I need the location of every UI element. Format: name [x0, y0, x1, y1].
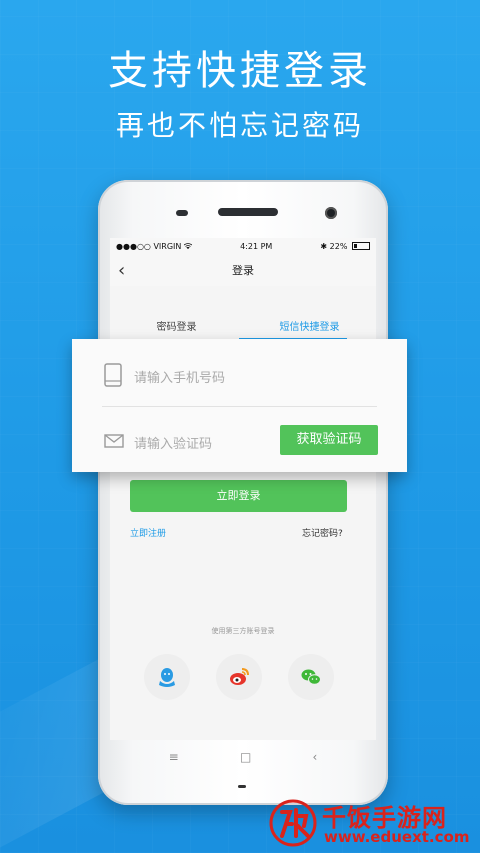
forgot-password-link[interactable]: 忘记密码? — [302, 526, 343, 539]
watermark: 千饭手游网 www.eduext.com — [268, 796, 480, 853]
status-bar: ●●●○○ VIRGIN 4:21 PM ✱ 22% — [110, 238, 376, 254]
watermark-url: www.eduext.com — [324, 828, 470, 846]
battery-group: ✱ 22% — [320, 242, 370, 251]
register-link[interactable]: 立即注册 — [130, 526, 166, 539]
nav-bar: ‹ 登录 — [110, 254, 376, 286]
weibo-login-button[interactable] — [216, 654, 262, 700]
earpiece-speaker — [218, 208, 278, 216]
phone-number-input[interactable]: 请输入手机号码 — [134, 367, 225, 386]
phone-icon — [104, 363, 122, 391]
qq-login-button[interactable] — [144, 654, 190, 700]
back-arrow-icon[interactable]: ‹ — [313, 750, 318, 764]
phone-screen: ●●●○○ VIRGIN 4:21 PM ✱ 22% ‹ 登录 密码登录 短信快… — [110, 238, 376, 740]
home-icon[interactable]: □ — [240, 750, 251, 764]
weibo-icon — [230, 668, 249, 685]
android-softkeys: ≡ □ ‹ — [98, 750, 388, 764]
third-party-caption: 使用第三方账号登录 — [211, 627, 275, 635]
status-time: 4:21 PM — [240, 241, 273, 251]
page-title: 登录 — [232, 264, 254, 277]
headline: 支持快捷登录 — [108, 48, 372, 94]
wechat-icon — [301, 669, 321, 685]
login-tabs: 密码登录 短信快捷登录 — [110, 314, 376, 340]
tab-sms-login[interactable]: 短信快捷登录 — [243, 314, 376, 340]
subheadline: 再也不怕忘记密码 — [115, 109, 364, 142]
carrier-label: VIRGIN — [153, 241, 182, 251]
sensor — [176, 210, 188, 216]
watermark-logo-icon — [269, 799, 317, 847]
front-camera — [325, 207, 337, 219]
battery-icon — [352, 242, 370, 250]
wifi-icon — [183, 242, 193, 251]
login-button[interactable]: 立即登录 — [130, 480, 347, 512]
battery-percent: 22% — [329, 241, 348, 251]
verification-code-input[interactable]: 请输入验证码 — [134, 433, 212, 452]
carrier-group: ●●●○○ VIRGIN — [116, 241, 193, 251]
wechat-login-button[interactable] — [288, 654, 334, 700]
phone-mockup: ●●●○○ VIRGIN 4:21 PM ✱ 22% ‹ 登录 密码登录 短信快… — [98, 180, 388, 805]
sms-login-card: 请输入手机号码 请输入验证码 获取验证码 — [72, 339, 407, 472]
get-code-button[interactable]: 获取验证码 — [280, 425, 378, 455]
menu-icon[interactable]: ≡ — [169, 750, 179, 764]
mail-icon — [104, 433, 124, 452]
signal-icon: ●●●○○ — [116, 241, 151, 251]
bluetooth-icon: ✱ — [320, 241, 328, 251]
tab-password-login[interactable]: 密码登录 — [110, 314, 243, 340]
phone-bottom-indicator — [238, 785, 246, 788]
card-divider — [102, 406, 377, 407]
chevron-left-icon[interactable]: ‹ — [118, 260, 125, 281]
qq-icon — [159, 668, 175, 687]
